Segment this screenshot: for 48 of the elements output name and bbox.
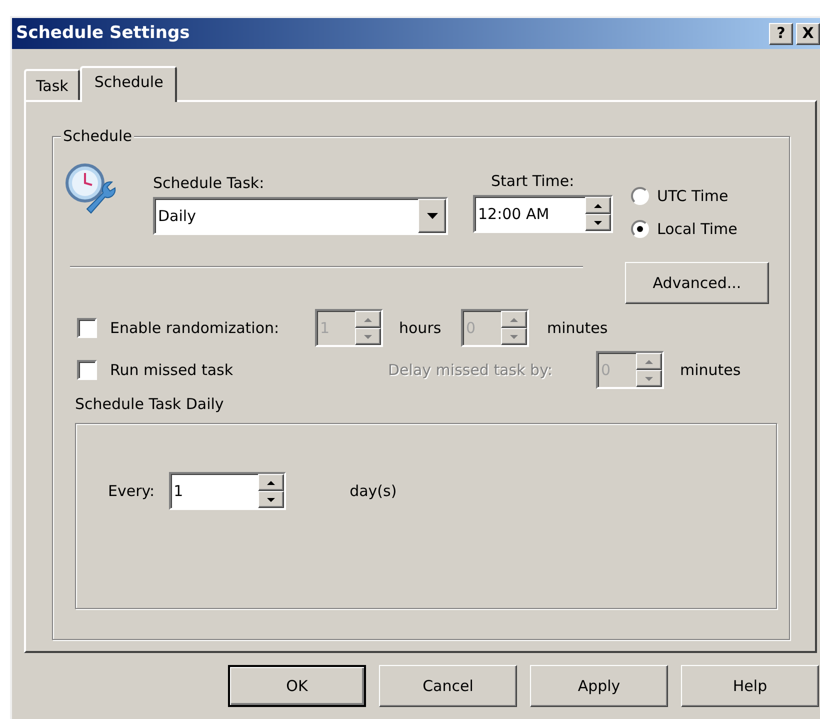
window-title: Schedule Settings [16, 22, 190, 45]
spin-down-button[interactable] [258, 491, 284, 508]
radio-button[interactable] [631, 220, 649, 238]
down-arrow-icon [266, 498, 275, 502]
randomization-label: Enable randomization: [110, 318, 280, 339]
up-arrow-icon [266, 480, 275, 484]
down-arrow-icon [364, 334, 372, 338]
dropdown-button[interactable] [418, 199, 446, 233]
tab[interactable]: Task [24, 69, 80, 100]
up-arrow-icon [594, 204, 602, 208]
dialog-button[interactable]: Cancel [379, 665, 517, 707]
caret-icon [426, 213, 438, 219]
down-arrow-icon [510, 334, 518, 338]
every-spinner[interactable]: 1 [168, 472, 286, 510]
spin-up-button[interactable] [585, 197, 611, 214]
start-time-spinner[interactable]: 12:00 AM [473, 195, 613, 233]
spin-up-button[interactable] [636, 353, 662, 370]
tab[interactable]: Schedule [80, 66, 178, 102]
dialog-button[interactable]: Apply [530, 665, 668, 707]
schedule-task-label: Schedule Task: [153, 173, 266, 193]
checkbox[interactable] [77, 360, 97, 380]
run-missed-label: Run missed task [110, 360, 234, 381]
delay-minutes-label: minutes [680, 360, 741, 381]
up-arrow-icon [510, 318, 518, 322]
help-button[interactable]: ? [769, 22, 793, 44]
minutes-label: minutes [547, 318, 608, 339]
up-arrow-icon [645, 360, 653, 364]
advanced-button[interactable]: Advanced... [625, 262, 769, 304]
spin-down-button[interactable] [585, 214, 611, 231]
every-label: Every: [108, 480, 155, 502]
dialog-button[interactable]: OK [228, 665, 366, 707]
close-button[interactable]: X [796, 22, 820, 44]
checkbox[interactable] [77, 318, 97, 338]
radio-label: Local Time [657, 218, 738, 240]
up-arrow-icon [364, 318, 372, 322]
dialog-button[interactable]: Help [681, 665, 819, 707]
spin-down-button[interactable] [636, 370, 662, 387]
schedule-task-dropdown[interactable]: Daily [153, 197, 448, 235]
down-arrow-icon [645, 376, 653, 380]
radio-label: UTC Time [657, 186, 728, 207]
down-arrow-icon [594, 220, 602, 224]
start-time-label: Start Time: [491, 171, 576, 191]
radio-button[interactable] [631, 187, 649, 206]
days-label: day(s) [350, 480, 397, 502]
hours-label: hours [399, 318, 442, 339]
spin-up-button[interactable] [258, 474, 284, 491]
daily-section-title: Schedule Task Daily [74, 394, 225, 415]
delay-label: Delay missed task by: [388, 360, 554, 381]
